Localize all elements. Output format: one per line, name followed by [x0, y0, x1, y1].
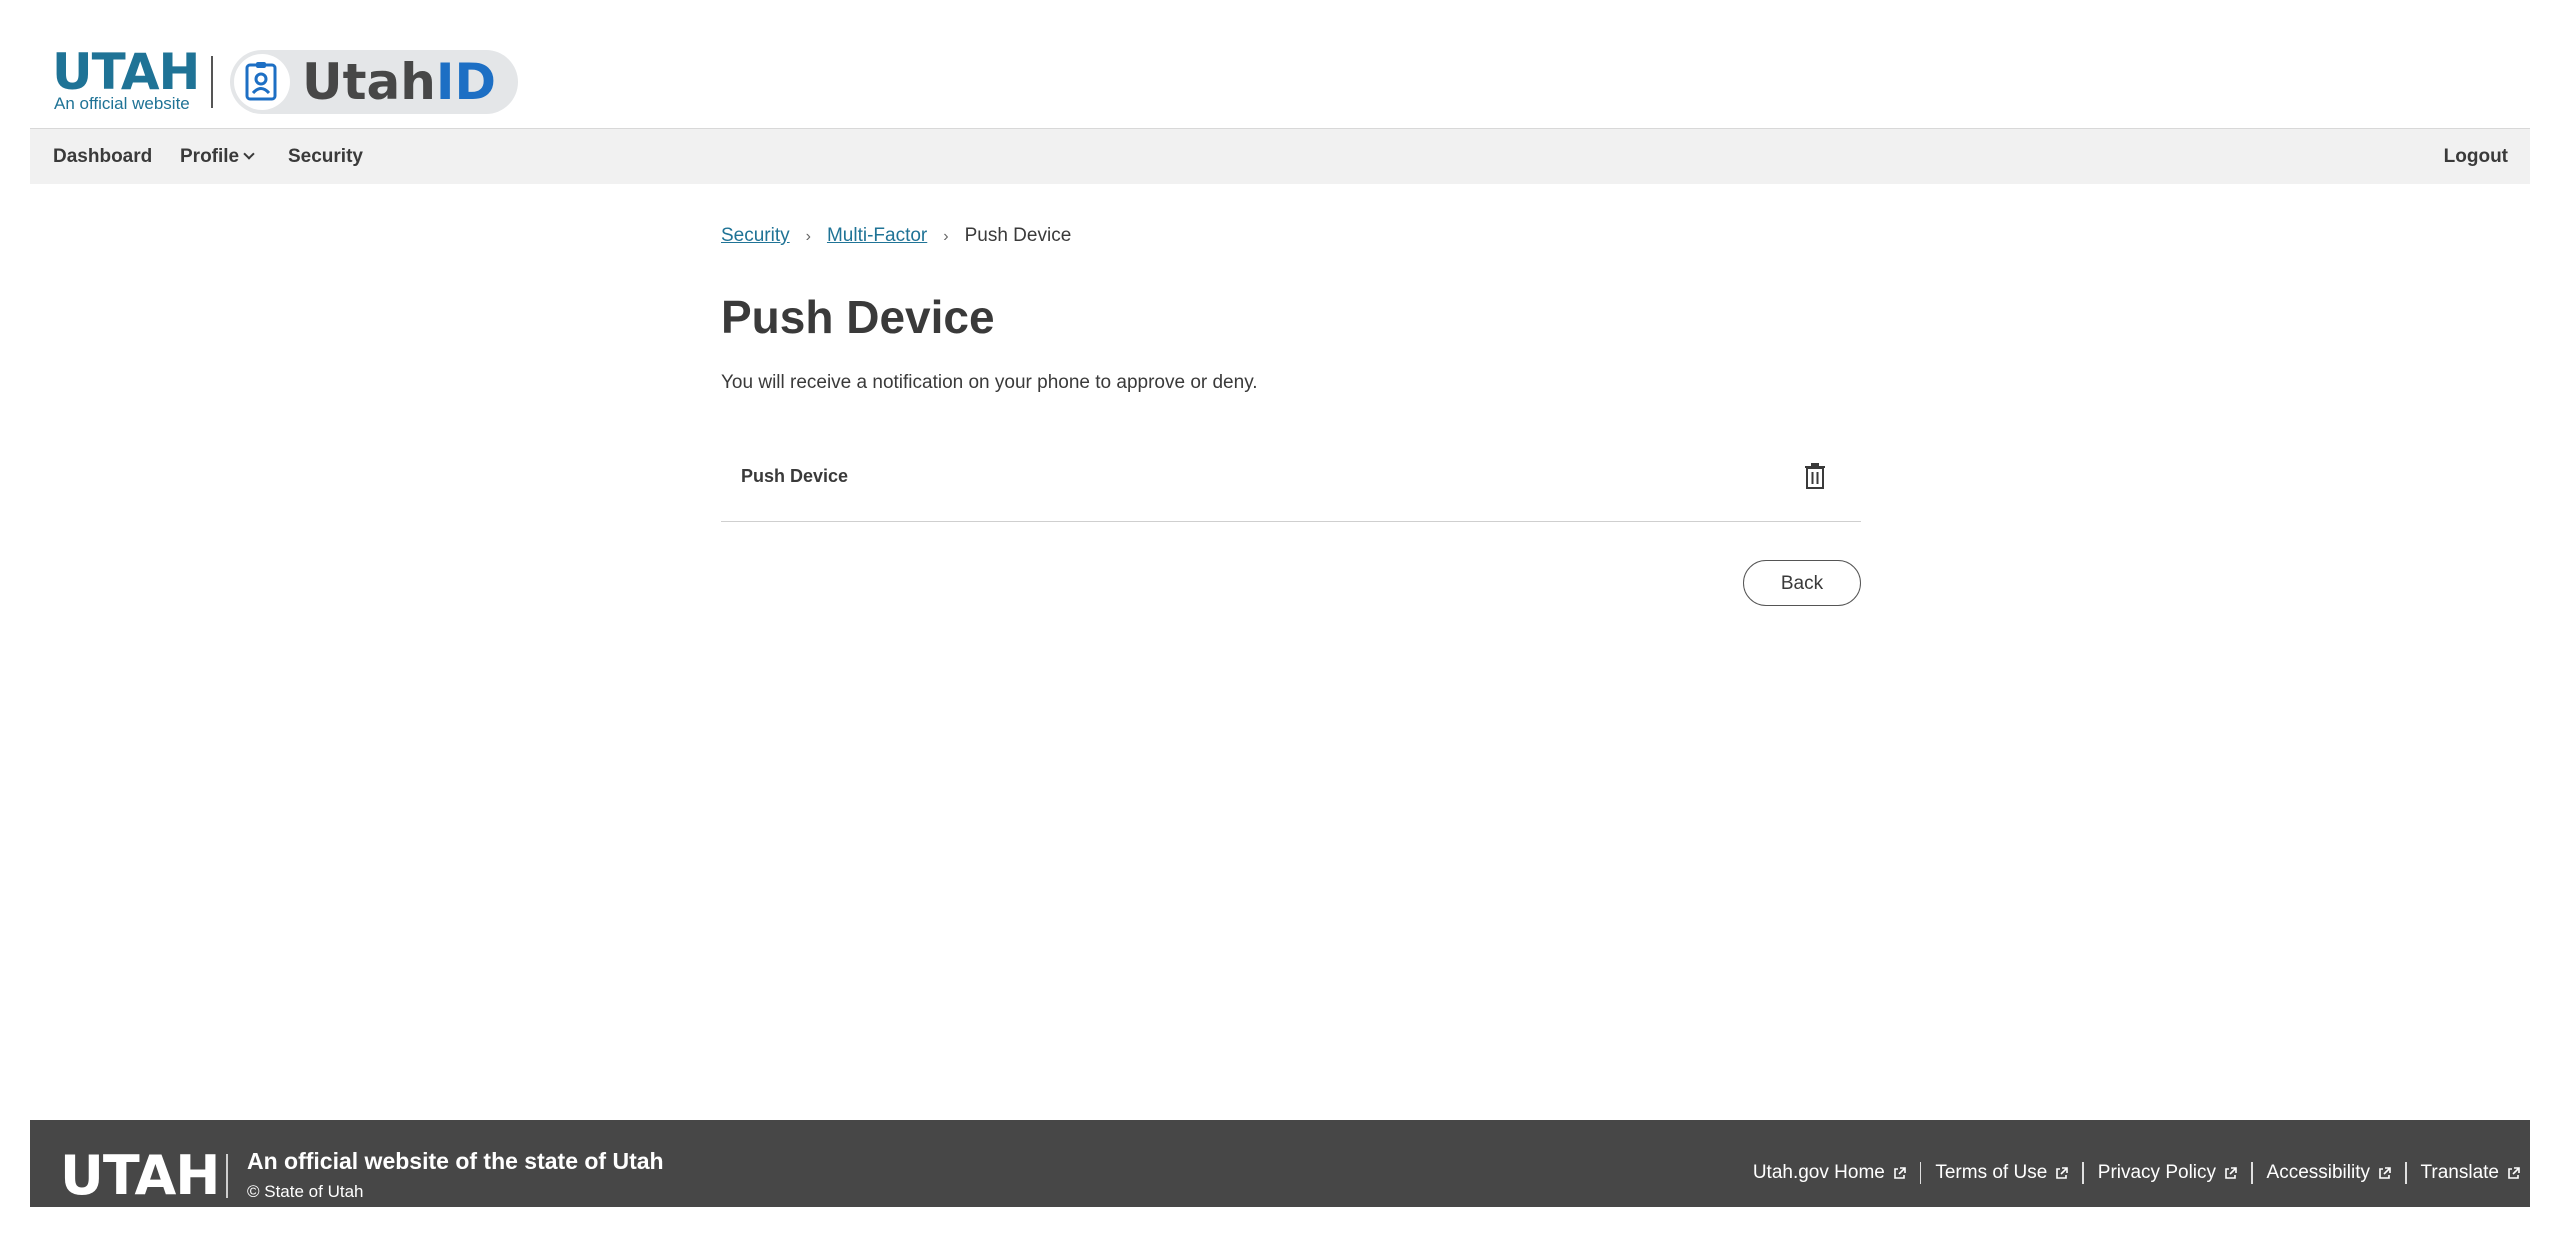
- footer-link-separator: [2082, 1162, 2084, 1184]
- external-link-icon: [2379, 1166, 2391, 1179]
- footer-link-label: Utah.gov Home: [1752, 1162, 1885, 1183]
- site-footer: UTAH An official website of the state of…: [30, 1120, 2530, 1207]
- logout-link[interactable]: Logout: [2444, 129, 2508, 185]
- utahid-wordmark: UtahID: [302, 52, 496, 112]
- delete-device-button[interactable]: [1799, 460, 1831, 492]
- footer-utah-logo[interactable]: UTAH: [60, 1146, 220, 1206]
- trash-icon: [1805, 463, 1825, 489]
- utah-logo[interactable]: UTAH An official website: [52, 44, 202, 116]
- page-title: Push Device: [721, 291, 995, 343]
- footer-link-separator: [2251, 1162, 2253, 1184]
- footer-link-utah-gov-home[interactable]: Utah.gov Home: [1753, 1162, 1906, 1184]
- footer-link-label: Terms of Use: [1935, 1162, 2048, 1183]
- device-name: Push Device: [741, 466, 849, 486]
- footer-link-separator: [2405, 1162, 2407, 1184]
- footer-copyright: © State of Utah: [247, 1182, 364, 1201]
- external-link-icon: [1894, 1166, 1906, 1179]
- nav-dashboard[interactable]: Dashboard: [53, 129, 152, 185]
- main-navbar: Dashboard Profile Security Logout: [30, 128, 2530, 184]
- footer-link-terms-of-use[interactable]: Terms of Use: [1935, 1162, 2069, 1184]
- nav-profile-dropdown[interactable]: Profile: [180, 129, 255, 185]
- main-content: Security › Multi-Factor › Push Device Push D…: [721, 220, 1861, 606]
- breadcrumb: Security › Multi-Factor › Push Device: [721, 220, 1861, 252]
- footer-link-label: Accessibility: [2266, 1162, 2370, 1183]
- logo-divider: [211, 56, 213, 108]
- breadcrumb-separator: ›: [805, 228, 811, 245]
- breadcrumb-current: Push Device: [964, 225, 1072, 246]
- utah-logo-word: UTAH: [52, 43, 200, 101]
- footer-official-text: An official website of the state of Utah: [247, 1148, 664, 1174]
- footer-link-label: Translate: [2420, 1162, 2500, 1183]
- footer-link-translate[interactable]: Translate: [2421, 1162, 2521, 1184]
- nav-profile-label: Profile: [180, 146, 240, 167]
- chevron-down-icon: [243, 148, 255, 160]
- breadcrumb-security-link[interactable]: Security: [721, 225, 790, 246]
- footer-link-accessibility[interactable]: Accessibility: [2267, 1162, 2391, 1184]
- id-badge-icon: [234, 54, 290, 110]
- utah-logo-subtitle: An official website: [54, 94, 190, 113]
- breadcrumb-multi-factor-link[interactable]: Multi-Factor: [827, 225, 927, 246]
- utahid-wordmark-prefix: Utah: [302, 53, 436, 111]
- utahid-wordmark-suffix: ID: [435, 53, 496, 111]
- footer-links: Utah.gov Home Terms of Use Privacy Polic…: [1753, 1162, 2520, 1184]
- footer-divider: [226, 1154, 228, 1198]
- page-description: You will receive a notification on your …: [721, 372, 1258, 393]
- device-list-item: Push Device: [721, 434, 1861, 522]
- nav-security[interactable]: Security: [288, 129, 363, 185]
- external-link-icon: [2225, 1166, 2237, 1179]
- footer-link-privacy-policy[interactable]: Privacy Policy: [2098, 1162, 2237, 1184]
- footer-link-label: Privacy Policy: [2097, 1162, 2217, 1183]
- back-button[interactable]: Back: [1743, 560, 1861, 606]
- breadcrumb-separator: ›: [943, 228, 949, 245]
- footer-link-separator: [1919, 1162, 1922, 1184]
- site-header: UTAH An official website UtahID: [30, 0, 2530, 128]
- external-link-icon: [2056, 1166, 2069, 1179]
- external-link-icon: [2508, 1166, 2520, 1179]
- utahid-logo[interactable]: UtahID: [230, 50, 518, 114]
